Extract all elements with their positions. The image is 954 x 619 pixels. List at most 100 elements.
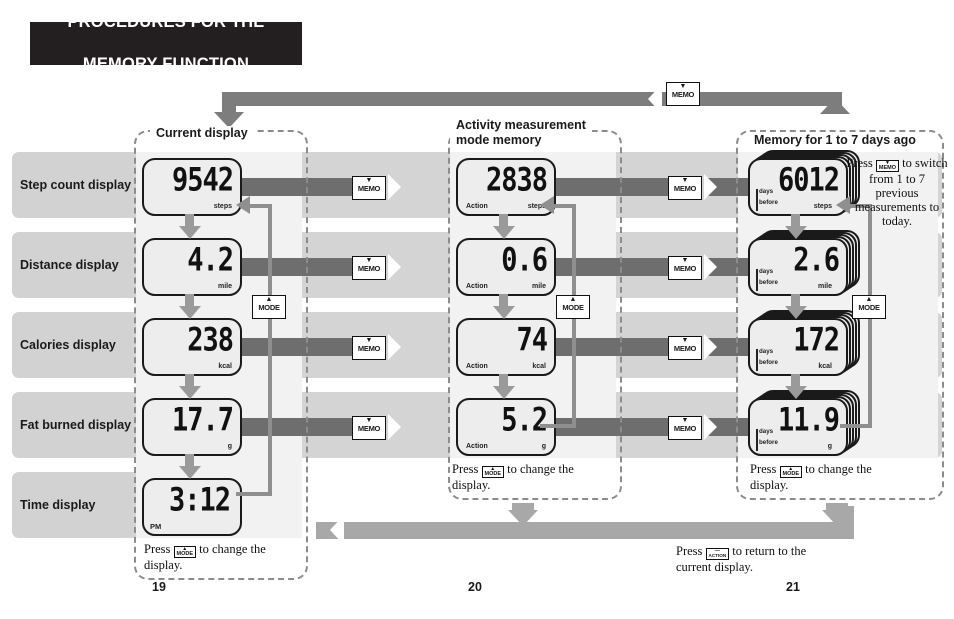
return-loop-activity-top [552,204,576,208]
memo-button-fat-2[interactable]: ▼ MEMO [668,416,702,440]
page-number-20: 20 [468,580,482,594]
days-line2: before [759,279,778,286]
lcd-current-fat-burned-unit: g [227,443,232,450]
lcd-memory-step-count-stack: 6012 days before steps [748,150,860,216]
note-mode-change-memory: Press ▲ MODE to change the display. [750,462,910,493]
cycle-arrow-current-2-head-icon [179,306,201,319]
lcd-memory-calories-value: 172 [793,322,840,359]
return-loop-current-top [248,204,272,208]
memo-button-distance-1[interactable]: ▼ MEMO [352,256,386,280]
lcd-activity-fat-burned-unit: g [541,443,546,450]
lcd-current-fat-burned: 17.7 g [142,398,242,456]
memo-button-calories-1-label: MEMO [357,344,381,353]
memo-button-top[interactable]: ▼ MEMO [666,82,700,106]
bottom-route-bar [316,522,854,539]
note-mode-change-memory-press: Press [750,462,777,476]
mode-button-inline-memory-label: MODE [782,471,800,477]
top-route-up-chevron-icon [820,98,850,114]
lcd-activity-distance-mode: Action [466,283,488,290]
lcd-memory-step-count-days-label: days before [756,188,778,211]
action-button-inline-label: ACTION [708,553,727,558]
memo-button-calories-2-label: MEMO [673,344,697,353]
column-caption-activity: Activity measurement mode memory [450,118,592,148]
memo-button-distance-2[interactable]: ▼ MEMO [668,256,702,280]
lcd-activity-step-count-value: 2838 [485,162,548,199]
lcd-activity-distance-unit: mile [531,283,546,290]
lcd-memory-fat-burned-unit: g [827,443,832,450]
mode-button-memory[interactable]: ▲ MODE [852,295,886,319]
lcd-memory-fat-burned-stack: 11.9 days before g [748,390,860,456]
note-action-return: Press — ACTION to return to the current … [676,544,896,575]
row-label-step-count-text: Step count display [20,177,132,192]
memo-button-calories-1[interactable]: ▼ MEMO [352,336,386,360]
memo-button-top-label: MEMO [671,90,695,99]
top-route-left-chevron-icon [648,84,662,114]
note-action-return-press: Press [676,544,703,558]
memo-calories-1-chevron-right-icon [388,334,401,360]
lcd-current-step-count-value: 9542 [171,162,234,199]
action-button-inline[interactable]: — ACTION [705,548,730,560]
mode-button-memory-label: MODE [858,303,880,312]
memo-distance-1-chevron-right-icon [388,254,401,280]
note-memo-switch-press: Press [846,156,873,170]
lcd-memory-fat-burned-days-label: days before [756,428,778,451]
column-caption-activity-line2: mode memory [456,133,542,147]
return-loop-activity-head-icon [540,196,554,214]
column-caption-activity-line1: Activity measurement [456,118,586,132]
note-mode-change-current-press: Press [144,542,171,556]
note-memo-switch-rest4: today. [881,214,913,228]
memo-button-distance-1-label: MEMO [357,264,381,273]
note-mode-change-activity-press: Press [452,462,479,476]
cycle-arrow-activity-3-head-icon [493,386,515,399]
note-memo-switch: Press ▼ MEMO to switch from 1 to 7 previ… [846,156,948,228]
cycle-arrow-memory-3-head-icon [785,386,807,399]
mode-button-inline-memory[interactable]: ▲ MODE [779,466,803,478]
bottom-route-left-chevron-icon [330,515,344,545]
mode-button-current[interactable]: ▲ MODE [252,295,286,319]
mode-button-inline-activity[interactable]: ▲ MODE [481,466,505,478]
memo-calories-2-chevron-right-icon [704,334,717,360]
lcd-current-calories-value: 238 [187,322,234,359]
row-label-step-count: Step count display [12,152,132,218]
lcd-current-fat-burned-value: 17.7 [171,402,234,439]
cycle-arrow-current-4-head-icon [179,466,201,479]
lcd-activity-calories-unit: kcal [532,363,546,370]
lcd-memory-distance: 2.6 days before mile [748,238,848,296]
lcd-memory-calories: 172 days before kcal [748,318,848,376]
lcd-memory-calories-stack: 172 days before kcal [748,310,860,376]
lcd-activity-distance: 0.6 Action mile [456,238,556,296]
memo-button-inline[interactable]: ▼ MEMO [875,160,900,172]
lcd-current-distance-value: 4.2 [187,242,234,279]
cycle-arrow-activity-2-head-icon [493,306,515,319]
memo-button-fat-1[interactable]: ▼ MEMO [352,416,386,440]
lcd-current-calories-unit: kcal [218,363,232,370]
lcd-memory-step-count-value: 6012 [777,162,840,199]
days-line2: before [759,439,778,446]
memo-button-step-2[interactable]: ▼ MEMO [668,176,702,200]
lcd-memory-step-count-unit: steps [813,203,832,210]
memo-fat-1-chevron-right-icon [388,414,401,440]
lcd-activity-calories-value: 74 [516,322,548,359]
memo-button-calories-2[interactable]: ▼ MEMO [668,336,702,360]
return-loop-current-vertical [268,206,272,496]
lcd-activity-calories-mode: Action [466,363,488,370]
note-mode-change-current-rest2: display. [144,558,183,572]
row-label-calories: Calories display [12,312,132,378]
mode-button-activity-label: MODE [562,303,584,312]
cycle-arrow-current-1-head-icon [179,226,201,239]
cycle-arrow-memory-2-head-icon [785,306,807,319]
mode-button-activity[interactable]: ▲ MODE [556,295,590,319]
column-caption-memory-text: Memory for 1 to 7 days ago [754,133,916,147]
mode-button-inline-current[interactable]: ▲ MODE [173,546,197,558]
lcd-activity-distance-value: 0.6 [501,242,548,279]
lcd-memory-distance-stack: 2.6 days before mile [748,230,860,296]
lcd-current-step-count-unit: steps [213,203,232,210]
memo-button-step-1[interactable]: ▼ MEMO [352,176,386,200]
lcd-current-distance-unit: mile [217,283,232,290]
note-mode-change-current-rest1: to change the [199,542,266,556]
row-label-fat-burned-text: Fat burned display [20,417,132,432]
lcd-current-calories: 238 kcal [142,318,242,376]
note-mode-change-current: Press ▲ MODE to change the display. [144,542,294,573]
lcd-memory-fat-burned-value: 11.9 [777,402,840,439]
row-label-distance: Distance display [12,232,132,298]
